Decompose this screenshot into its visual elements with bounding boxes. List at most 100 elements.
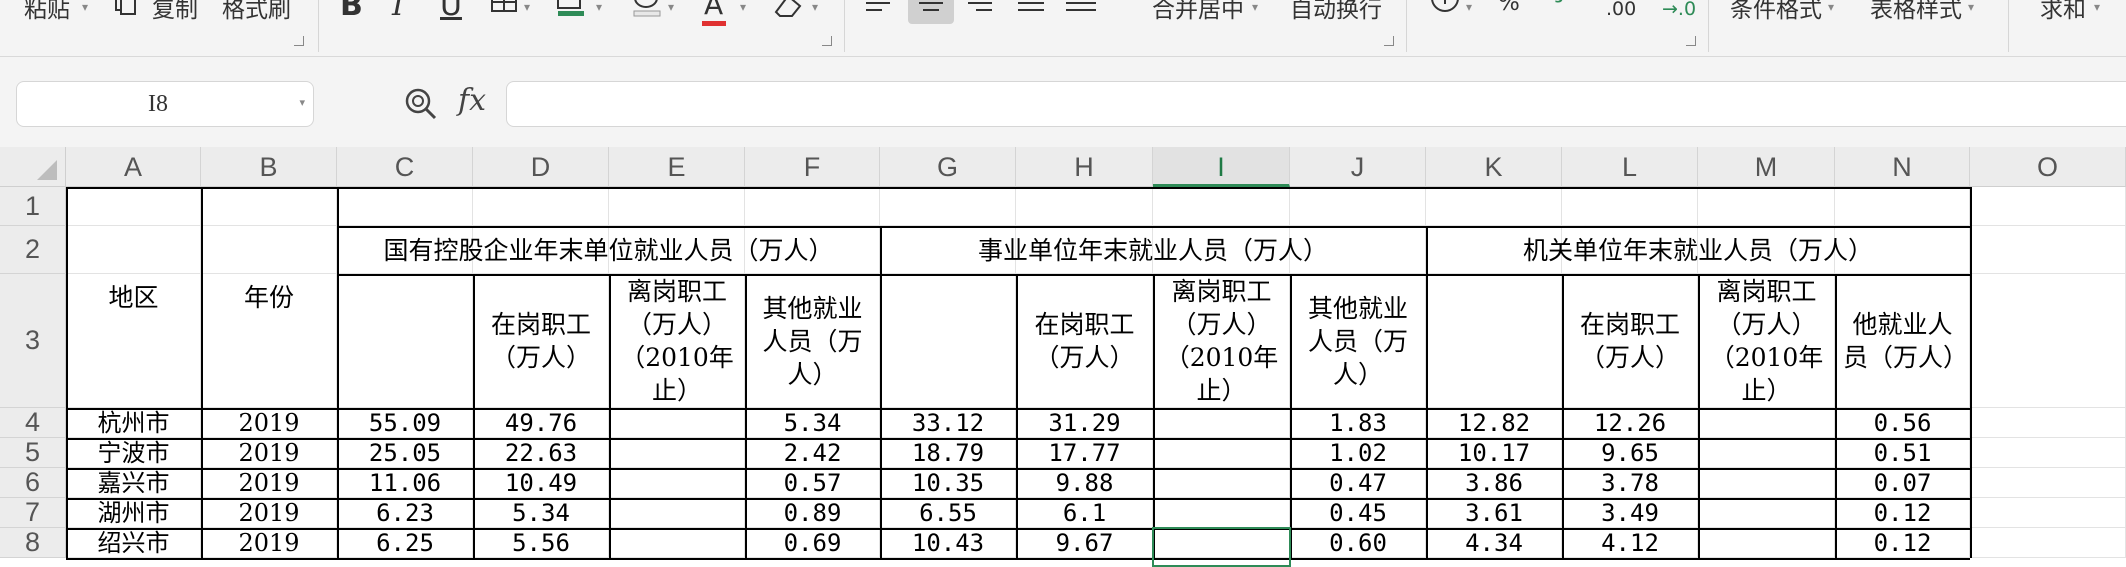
cell-f7[interactable]: 0.89 bbox=[745, 498, 880, 528]
cell-h6[interactable]: 9.88 bbox=[1016, 468, 1153, 498]
cell-l6[interactable]: 3.78 bbox=[1562, 468, 1698, 498]
cell-k4[interactable]: 12.82 bbox=[1426, 408, 1562, 438]
border-dropdown-arrow[interactable]: ▾ bbox=[524, 0, 530, 14]
cell-e5[interactable] bbox=[609, 438, 745, 468]
fill-color-dropdown-arrow[interactable]: ▾ bbox=[596, 0, 602, 14]
merge-center-dropdown-arrow[interactable]: ▾ bbox=[1252, 0, 1258, 14]
cell-i4[interactable] bbox=[1153, 408, 1290, 438]
conditional-format-dropdown-arrow[interactable]: ▾ bbox=[1828, 0, 1834, 14]
alignment-group-expand-icon[interactable] bbox=[1384, 36, 1394, 46]
group-title-state-owned[interactable]: 国有控股企业年末单位就业人员（万人） bbox=[337, 226, 880, 274]
column-header-j[interactable]: J bbox=[1290, 147, 1426, 187]
percent-button[interactable]: % bbox=[1498, 0, 1520, 16]
cell-j5[interactable]: 1.02 bbox=[1290, 438, 1426, 468]
table-style-dropdown-arrow[interactable]: ▾ bbox=[1968, 0, 1974, 14]
active-cell-selection[interactable] bbox=[1152, 527, 1291, 567]
cell-m6[interactable] bbox=[1698, 468, 1835, 498]
cell-l5[interactable]: 9.65 bbox=[1562, 438, 1698, 468]
cell-g5[interactable]: 18.79 bbox=[880, 438, 1016, 468]
sub-header-on-post[interactable]: 在岗职工（万人） bbox=[481, 274, 601, 408]
cell-g7[interactable]: 6.55 bbox=[880, 498, 1016, 528]
cell-a8[interactable]: 绍兴市 bbox=[66, 528, 201, 558]
clear-format-icon[interactable] bbox=[772, 0, 806, 18]
clear-format-dropdown-arrow[interactable]: ▾ bbox=[812, 0, 818, 14]
sub-header-other[interactable]: 其他就业人员（万人） bbox=[1298, 274, 1418, 408]
cell-b8[interactable]: 2019 bbox=[201, 528, 337, 558]
cell-a6[interactable]: 嘉兴市 bbox=[66, 468, 201, 498]
cell-a4[interactable]: 杭州市 bbox=[66, 408, 201, 438]
table-style-button[interactable]: 表格样式 bbox=[1870, 0, 1962, 24]
number-group-expand-icon[interactable] bbox=[1686, 36, 1696, 46]
cell-d7[interactable]: 5.34 bbox=[473, 498, 609, 528]
thousands-separator-button[interactable]: ⁹ bbox=[1554, 0, 1564, 16]
currency-icon[interactable] bbox=[1430, 0, 1464, 16]
clipboard-group-expand-icon[interactable] bbox=[294, 36, 304, 46]
row-header-8[interactable]: 8 bbox=[0, 527, 66, 558]
cell-l7[interactable]: 3.49 bbox=[1562, 498, 1698, 528]
cell-m4[interactable] bbox=[1698, 408, 1835, 438]
cell-m8[interactable] bbox=[1698, 528, 1835, 558]
italic-button[interactable]: I bbox=[392, 0, 404, 23]
cell-k7[interactable]: 3.61 bbox=[1426, 498, 1562, 528]
cell-g8[interactable]: 10.43 bbox=[880, 528, 1016, 558]
sum-dropdown-arrow[interactable]: ▾ bbox=[2094, 0, 2100, 14]
sub-header-off-post[interactable]: 离岗职工（万人）（2010年止） bbox=[617, 274, 737, 408]
cell-d4[interactable]: 49.76 bbox=[473, 408, 609, 438]
font-color-button[interactable]: A bbox=[704, 0, 723, 21]
paste-button[interactable]: 粘贴 bbox=[24, 0, 70, 24]
border-icon[interactable] bbox=[490, 0, 520, 14]
cell-m7[interactable] bbox=[1698, 498, 1835, 528]
cell-e7[interactable] bbox=[609, 498, 745, 528]
column-header-c[interactable]: C bbox=[337, 147, 473, 187]
cell-c6[interactable]: 11.06 bbox=[337, 468, 473, 498]
cell-f6[interactable]: 0.57 bbox=[745, 468, 880, 498]
decrease-decimal-button[interactable]: →.0 bbox=[1662, 0, 1696, 20]
cell-l8[interactable]: 4.12 bbox=[1562, 528, 1698, 558]
formula-input[interactable] bbox=[506, 81, 2126, 127]
row-header-6[interactable]: 6 bbox=[0, 467, 66, 498]
cell-c7[interactable]: 6.23 bbox=[337, 498, 473, 528]
sum-button[interactable]: 求和 bbox=[2040, 0, 2086, 24]
cell-m5[interactable] bbox=[1698, 438, 1835, 468]
region-header[interactable]: 地区 bbox=[66, 187, 201, 408]
cell-d5[interactable]: 22.63 bbox=[473, 438, 609, 468]
group-title-government-agency[interactable]: 机关单位年末就业人员（万人） bbox=[1426, 226, 1970, 274]
underline-button[interactable]: U bbox=[440, 0, 462, 23]
cell-h5[interactable]: 17.77 bbox=[1016, 438, 1153, 468]
column-header-h[interactable]: H bbox=[1016, 147, 1153, 187]
column-header-m[interactable]: M bbox=[1698, 147, 1835, 187]
cell-j4[interactable]: 1.83 bbox=[1290, 408, 1426, 438]
group-title-public-institution[interactable]: 事业单位年末就业人员（万人） bbox=[880, 226, 1426, 274]
function-icon[interactable]: fx bbox=[458, 83, 486, 118]
zoom-search-icon[interactable] bbox=[404, 87, 438, 121]
cell-g6[interactable]: 10.35 bbox=[880, 468, 1016, 498]
format-painter-button[interactable]: 格式刷 bbox=[222, 0, 291, 24]
column-header-b[interactable]: B bbox=[201, 147, 337, 187]
cell-b7[interactable]: 2019 bbox=[201, 498, 337, 528]
cell-f8[interactable]: 0.69 bbox=[745, 528, 880, 558]
cell-b6[interactable]: 2019 bbox=[201, 468, 337, 498]
cell-i5[interactable] bbox=[1153, 438, 1290, 468]
cell-f5[interactable]: 2.42 bbox=[745, 438, 880, 468]
cell-c5[interactable]: 25.05 bbox=[337, 438, 473, 468]
cell-i6[interactable] bbox=[1153, 468, 1290, 498]
column-header-i[interactable]: I bbox=[1153, 147, 1290, 187]
cell-k8[interactable]: 4.34 bbox=[1426, 528, 1562, 558]
select-all-button[interactable] bbox=[0, 147, 66, 187]
conditional-format-button[interactable]: 条件格式 bbox=[1730, 0, 1822, 24]
cell-h7[interactable]: 6.1 bbox=[1016, 498, 1153, 528]
copy-button[interactable]: 复制 bbox=[152, 0, 198, 24]
column-header-l[interactable]: L bbox=[1562, 147, 1698, 187]
fill-color-icon[interactable] bbox=[556, 0, 590, 18]
cell-e6[interactable] bbox=[609, 468, 745, 498]
sub-header-off-post[interactable]: 离岗职工（万人）（2010年止） bbox=[1161, 274, 1282, 408]
merge-center-button[interactable]: 合并居中 bbox=[1152, 0, 1244, 24]
column-header-d[interactable]: D bbox=[473, 147, 609, 187]
cell-l4[interactable]: 12.26 bbox=[1562, 408, 1698, 438]
cell-n5[interactable]: 0.51 bbox=[1835, 438, 1970, 468]
sub-header-off-post[interactable]: 离岗职工（万人）（2010年止） bbox=[1706, 274, 1827, 408]
name-box[interactable]: I8 ▾ bbox=[16, 81, 314, 127]
font-group-expand-icon[interactable] bbox=[822, 36, 832, 46]
row-header-2[interactable]: 2 bbox=[0, 226, 66, 274]
row-header-5[interactable]: 5 bbox=[0, 437, 66, 468]
